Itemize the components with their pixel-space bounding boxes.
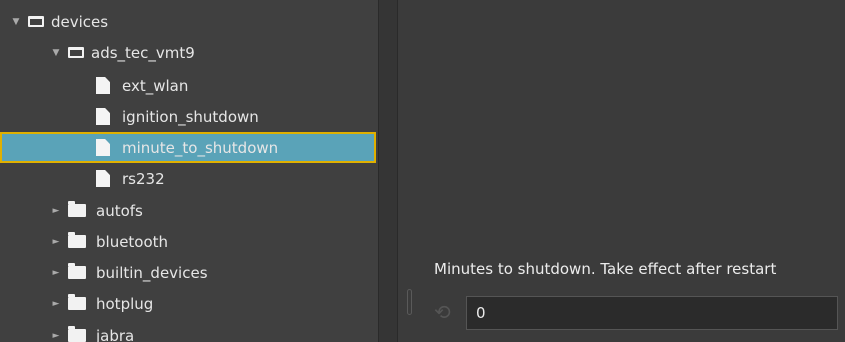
expand-arrow-icon[interactable]: ► (50, 267, 62, 279)
tree-item-builtin-devices[interactable]: ► builtin_devices (0, 257, 378, 288)
resize-handle[interactable] (407, 289, 412, 315)
file-icon (96, 108, 110, 125)
folder-icon (68, 294, 86, 310)
tree-item-ads-tec-vmt9[interactable]: ▼ ads_tec_vmt9 (0, 37, 378, 68)
tree-item-rs232[interactable]: rs232 (0, 163, 378, 194)
detail-panel: Minutes to shutdown. Take effect after r… (398, 0, 845, 342)
expand-arrow-icon[interactable]: ► (50, 330, 62, 342)
file-icon (96, 139, 110, 156)
expand-arrow-icon[interactable]: ► (50, 298, 62, 310)
reset-icon[interactable]: ⟲ (434, 302, 454, 322)
tree-item-hotplug[interactable]: ► hotplug (0, 288, 378, 319)
tree-item-jabra[interactable]: ► jabra (0, 320, 378, 342)
tree-item-label: devices (51, 12, 109, 31)
tree-item-label: ext_wlan (122, 76, 189, 95)
tree-item-label: minute_to_shutdown (122, 138, 279, 157)
folder-open-icon (68, 47, 84, 58)
folder-icon (68, 263, 86, 279)
settings-tree: ▼ devices ▼ ads_tec_vmt9 ext_wlan igniti… (0, 0, 378, 342)
file-icon (96, 77, 110, 94)
folder-open-icon (28, 16, 44, 27)
tree-item-label: ignition_shutdown (122, 107, 259, 126)
setting-description: Minutes to shutdown. Take effect after r… (434, 260, 777, 278)
setting-value-input[interactable] (466, 296, 838, 330)
tree-item-label: rs232 (122, 169, 165, 188)
expand-arrow-icon[interactable]: ► (50, 236, 62, 248)
tree-item-label: builtin_devices (96, 263, 208, 282)
panel-splitter[interactable] (378, 0, 398, 342)
tree-item-label: ads_tec_vmt9 (91, 43, 195, 62)
tree-item-minute-to-shutdown[interactable]: minute_to_shutdown (0, 132, 376, 163)
tree-item-label: hotplug (96, 294, 154, 313)
folder-icon (68, 232, 86, 248)
folder-icon (68, 201, 86, 217)
tree-item-autofs[interactable]: ► autofs (0, 195, 378, 226)
expand-arrow-icon[interactable]: ▼ (10, 16, 22, 28)
tree-item-bluetooth[interactable]: ► bluetooth (0, 226, 378, 257)
tree-item-label: autofs (96, 201, 143, 220)
tree-item-label: bluetooth (96, 232, 169, 251)
tree-item-label: jabra (96, 326, 135, 342)
tree-item-devices[interactable]: ▼ devices (0, 6, 378, 37)
expand-arrow-icon[interactable]: ▼ (50, 47, 62, 59)
tree-item-ext-wlan[interactable]: ext_wlan (0, 70, 378, 101)
file-icon (96, 170, 110, 187)
expand-arrow-icon[interactable]: ► (50, 205, 62, 217)
tree-item-ignition-shutdown[interactable]: ignition_shutdown (0, 101, 378, 132)
folder-icon (68, 326, 86, 342)
